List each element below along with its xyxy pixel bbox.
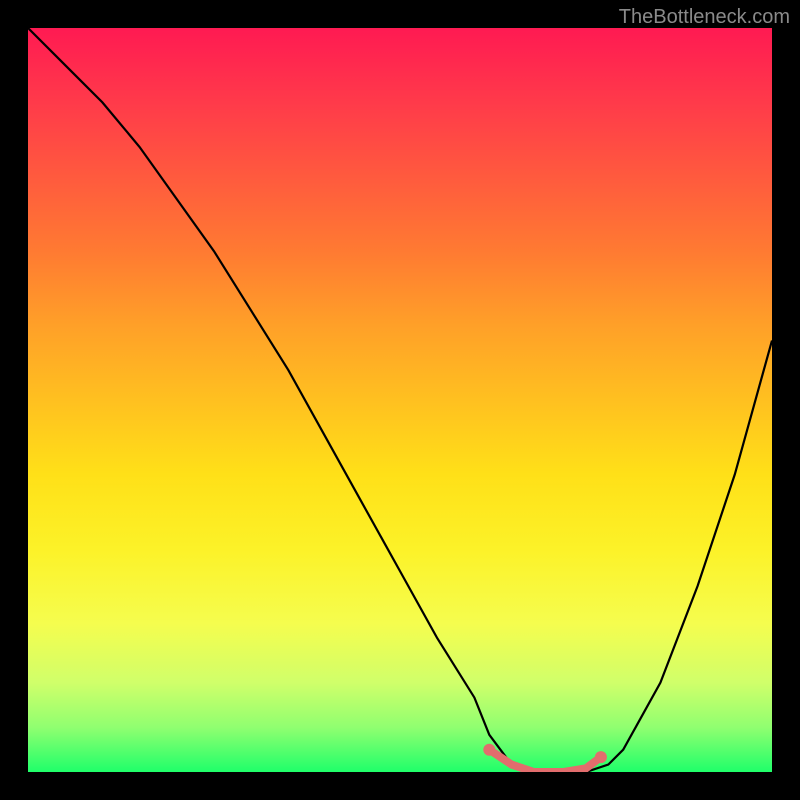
highlight-dot xyxy=(595,751,607,763)
watermark-text: TheBottleneck.com xyxy=(619,6,790,29)
chart-svg xyxy=(28,28,772,772)
optimal-band-highlight xyxy=(489,750,601,772)
highlight-dot xyxy=(483,744,495,756)
bottleneck-curve xyxy=(28,28,772,772)
chart-plot-area xyxy=(28,28,772,772)
